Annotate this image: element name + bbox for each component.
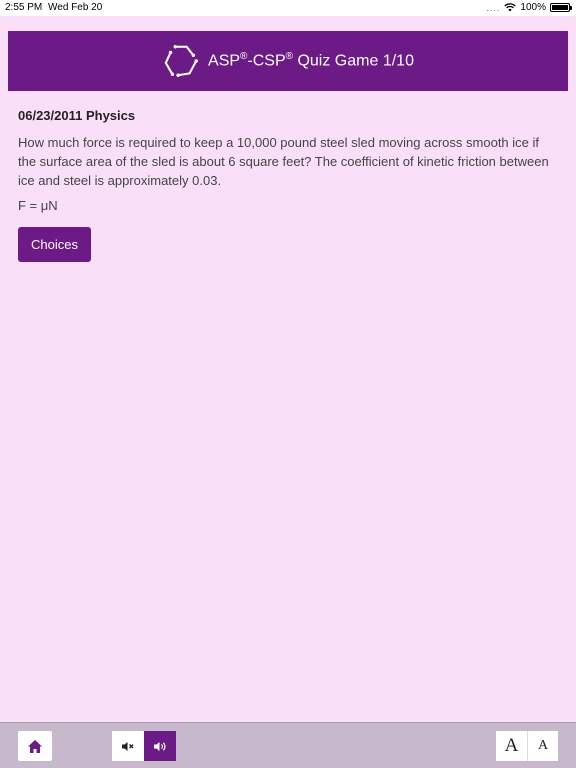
question-panel: 06/23/2011 Physics How much force is req… [18,108,558,262]
mute-icon [122,741,134,751]
font-increase-button[interactable]: A [496,731,527,761]
hexagon-logo-icon [164,45,198,77]
home-icon [28,739,42,753]
speaker-icon [153,741,165,751]
app-header: ASP®-CSP® Quiz Game 1/10 [8,31,568,91]
sound-on-button[interactable] [144,731,176,761]
status-time: 2:55 PM [5,2,43,13]
choices-button[interactable]: Choices [18,227,91,262]
header-title: ASP®-CSP® Quiz Game 1/10 [208,51,414,70]
bottom-toolbar: A A [0,722,576,768]
battery-icon [550,3,572,12]
home-button[interactable] [18,731,52,761]
wifi-icon [504,3,517,12]
font-decrease-button[interactable]: A [527,731,558,761]
question-date-title: 06/23/2011 Physics [18,108,136,123]
status-date: Wed Feb 20 [48,2,103,13]
status-right: .... 100% [486,2,572,13]
signal-dots-icon: .... [486,2,501,13]
formula-text: F = μN [18,198,58,213]
battery-percent: 100% [520,2,546,13]
sound-toggle [112,731,176,761]
mute-button[interactable] [112,731,144,761]
status-bar: 2:55 PM Wed Feb 20 .... 100% [0,0,576,16]
font-size-controls: A A [496,731,558,761]
question-text: How much force is required to keep a 10,… [18,135,549,188]
